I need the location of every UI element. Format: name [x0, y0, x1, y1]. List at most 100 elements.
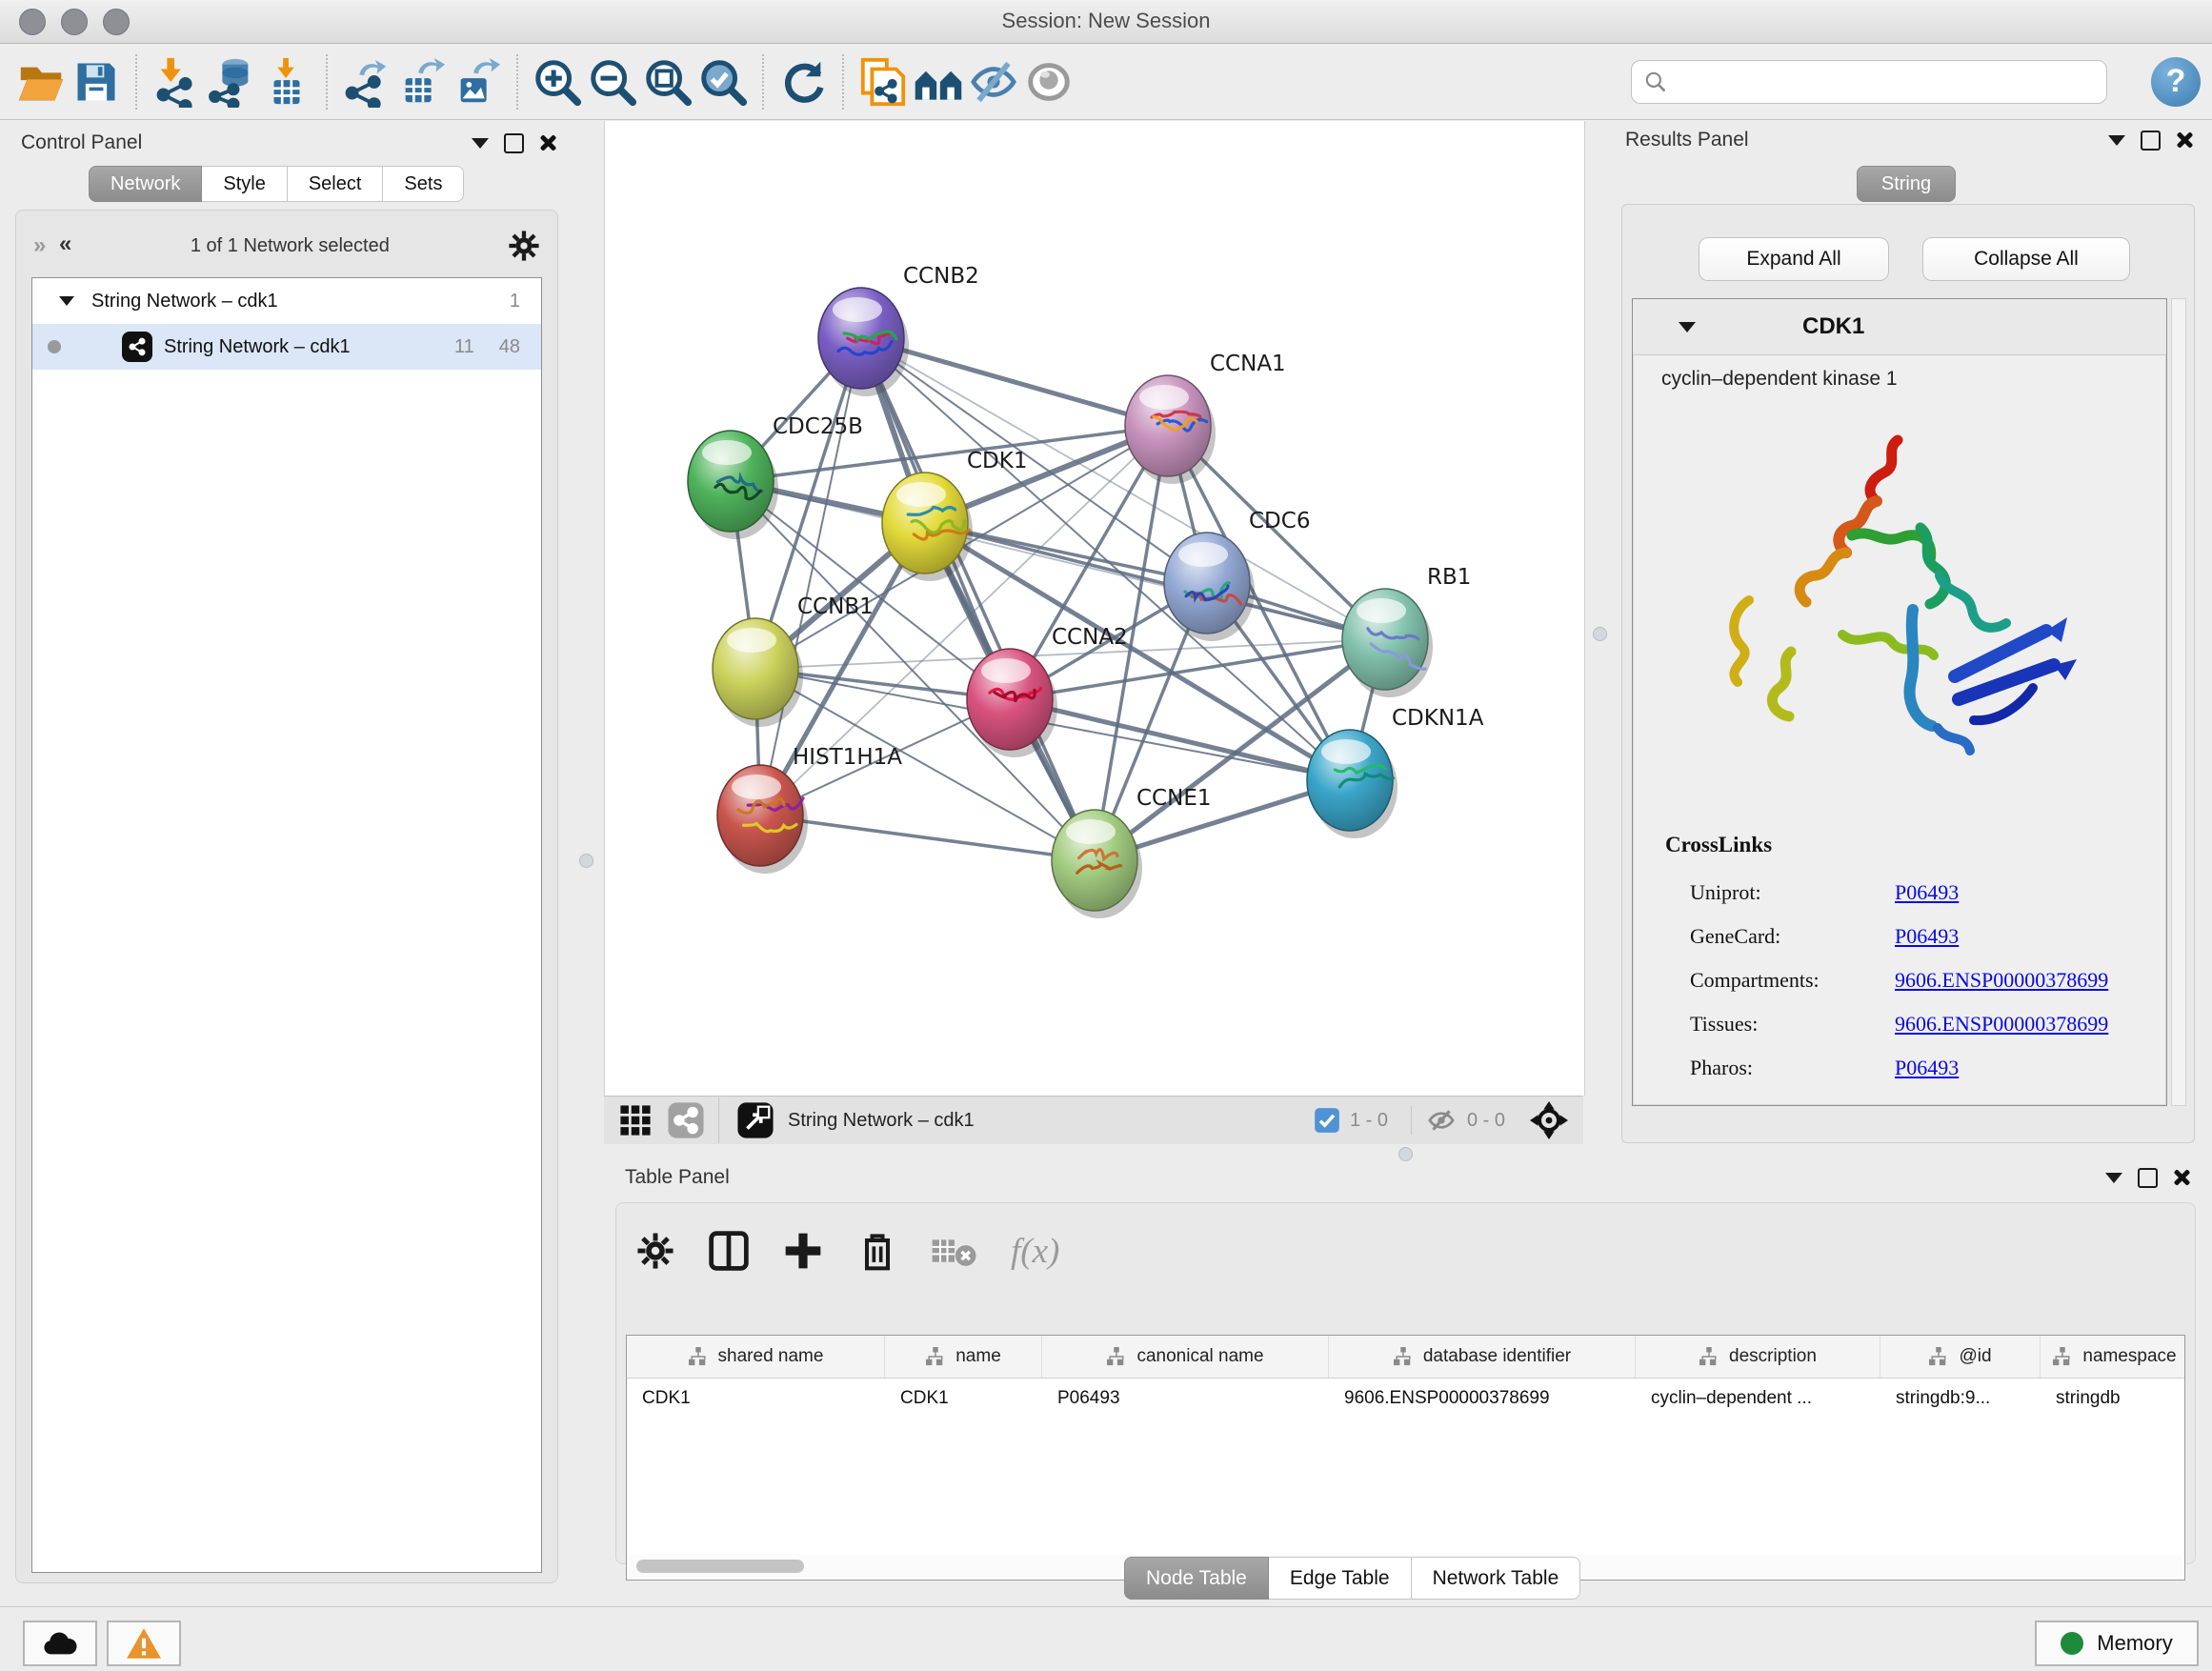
tab-edge-table[interactable]: Edge Table [1269, 1557, 1412, 1600]
export-network-button[interactable] [339, 51, 394, 112]
memory-button[interactable]: Memory [2035, 1621, 2199, 1666]
delete-column-icon[interactable] [856, 1230, 898, 1272]
column-header-namespace[interactable]: namespace [2041, 1336, 2185, 1378]
close-panel-icon[interactable] [2173, 1169, 2190, 1186]
tree-expand-icon[interactable] [59, 296, 74, 306]
table-cell[interactable]: CDK1 [627, 1388, 885, 1409]
table-settings-gear-icon[interactable] [635, 1231, 675, 1271]
network-node-CDKN1A[interactable]: CDKN1A [1307, 706, 1484, 838]
panel-menu-icon[interactable] [472, 138, 489, 149]
crosslink-link[interactable]: 9606.ENSP00000378699 [1895, 1012, 2108, 1036]
node-table[interactable]: shared namenamecanonical namedatabase id… [626, 1335, 2185, 1580]
cloud-status-button[interactable] [23, 1621, 97, 1666]
tab-sets[interactable]: Sets [383, 166, 464, 202]
tab-style[interactable]: Style [202, 166, 287, 202]
save-session-button[interactable] [69, 51, 124, 112]
network-node-CCNB2[interactable]: CCNB2 [818, 264, 979, 396]
add-column-icon[interactable] [782, 1230, 824, 1272]
import-table-button[interactable] [259, 51, 314, 112]
table-cell[interactable]: stringdb [2041, 1388, 2185, 1409]
crosslink-link[interactable]: P06493 [1895, 880, 1959, 904]
expand-all-button[interactable]: Expand All [1699, 237, 1889, 281]
network-row-selected[interactable]: String Network – cdk1 11 48 [32, 324, 541, 370]
close-panel-icon[interactable] [539, 134, 556, 151]
crosslink-link[interactable]: P06493 [1895, 924, 1959, 948]
column-header-shared-name[interactable]: shared name [627, 1336, 885, 1378]
crosslink-link[interactable]: 9606.ENSP00000378699 [1895, 968, 2108, 992]
zoom-in-button[interactable] [530, 51, 585, 112]
show-all-button[interactable] [1021, 51, 1076, 112]
float-panel-icon[interactable] [2138, 1168, 2158, 1188]
float-panel-icon[interactable] [2141, 131, 2161, 151]
help-button[interactable]: ? [2151, 57, 2201, 107]
column-header-canonical-name[interactable]: canonical name [1042, 1336, 1329, 1378]
table-row[interactable]: CDK1CDK1P064939606.ENSP00000378699cyclin… [627, 1379, 2184, 1419]
network-share-icon[interactable] [667, 1101, 705, 1139]
table-cell[interactable]: stringdb:9... [1880, 1388, 2041, 1409]
network-node-CDC25B[interactable]: CDC25B [688, 414, 863, 539]
tab-node-table[interactable]: Node Table [1124, 1557, 1269, 1600]
birdseye-view-icon[interactable] [736, 1101, 774, 1139]
network-node-CCNE1[interactable]: CCNE1 [1052, 786, 1212, 918]
zoom-out-button[interactable] [585, 51, 640, 112]
collapse-all-networks-icon[interactable]: » [33, 234, 46, 257]
collapse-section-icon[interactable] [1679, 322, 1696, 332]
zoom-fit-button[interactable] [640, 51, 695, 112]
tab-string[interactable]: String [1857, 166, 1956, 202]
left-splitter-handle[interactable] [579, 854, 593, 868]
selected-checkbox-icon[interactable] [1314, 1107, 1340, 1134]
network-node-CCNA2[interactable]: CCNA2 [967, 625, 1128, 757]
collapse-all-button[interactable]: Collapse All [1922, 237, 2130, 281]
search-input[interactable] [1631, 60, 2107, 104]
edge-count: 48 [499, 336, 520, 358]
column-header--id[interactable]: @id [1880, 1336, 2041, 1378]
open-session-button[interactable] [13, 51, 69, 112]
results-scrollbar[interactable] [2171, 298, 2186, 1106]
panel-menu-icon[interactable] [2108, 135, 2125, 146]
close-panel-icon[interactable] [2176, 131, 2193, 149]
float-panel-icon[interactable] [504, 133, 524, 153]
refresh-button[interactable] [775, 51, 831, 112]
show-columns-icon[interactable] [708, 1230, 750, 1272]
import-network-button[interactable] [149, 51, 204, 112]
grid-view-icon[interactable] [619, 1104, 652, 1137]
right-splitter-handle[interactable] [1593, 627, 1607, 641]
scrollbar-thumb[interactable] [636, 1560, 804, 1573]
column-header-database-identifier[interactable]: database identifier [1329, 1336, 1636, 1378]
export-image-button[interactable] [450, 51, 505, 112]
network-node-HIST1H1A[interactable]: HIST1H1A [717, 745, 902, 874]
clone-network-button[interactable] [855, 51, 911, 112]
horizontal-splitter-handle[interactable] [1398, 1147, 1413, 1161]
network-canvas[interactable]: CCNB2CCNA1CDC25BCDK1CDC6RB1CCNB1CCNA2CDK… [604, 121, 1585, 1096]
tab-network[interactable]: Network [89, 166, 202, 202]
network-node-RB1[interactable]: RB1 [1342, 565, 1471, 697]
export-table-button[interactable] [394, 51, 450, 112]
hide-selected-button[interactable] [966, 51, 1021, 112]
table-cell[interactable]: CDK1 [885, 1388, 1042, 1409]
network-collection-row[interactable]: String Network – cdk1 1 [32, 278, 541, 324]
results-panel: Results Panel String Expand All Collapse… [1616, 124, 2201, 1143]
node-label: CCNA2 [1052, 625, 1128, 650]
network-node-CCNA1[interactable]: CCNA1 [1125, 352, 1286, 484]
tab-select[interactable]: Select [288, 166, 384, 202]
import-database-button[interactable] [204, 51, 259, 112]
table-cell[interactable]: cyclin–dependent ... [1636, 1388, 1880, 1409]
gear-icon[interactable] [508, 230, 540, 262]
network-node-CDC6[interactable]: CDC6 [1164, 509, 1310, 641]
first-neighbors-button[interactable] [911, 51, 966, 112]
crosslink-label: GeneCard: [1690, 924, 1895, 949]
fit-content-icon[interactable] [1530, 1101, 1568, 1139]
column-header-name[interactable]: name [885, 1336, 1042, 1378]
expand-all-networks-icon[interactable]: » [59, 234, 71, 257]
network-icon [122, 332, 152, 362]
zoom-selected-button[interactable] [695, 51, 751, 112]
network-graph[interactable]: CCNB2CCNA1CDC25BCDK1CDC6RB1CCNB1CCNA2CDK… [605, 121, 1584, 1096]
table-cell[interactable]: 9606.ENSP00000378699 [1329, 1388, 1636, 1409]
gene-section-header[interactable]: CDK1 [1633, 299, 2166, 355]
panel-menu-icon[interactable] [2105, 1173, 2122, 1183]
table-cell[interactable]: P06493 [1042, 1388, 1329, 1409]
warnings-button[interactable] [107, 1621, 181, 1666]
crosslink-link[interactable]: P06493 [1895, 1056, 1959, 1079]
column-header-description[interactable]: description [1636, 1336, 1880, 1378]
tab-network-table[interactable]: Network Table [1412, 1557, 1581, 1600]
